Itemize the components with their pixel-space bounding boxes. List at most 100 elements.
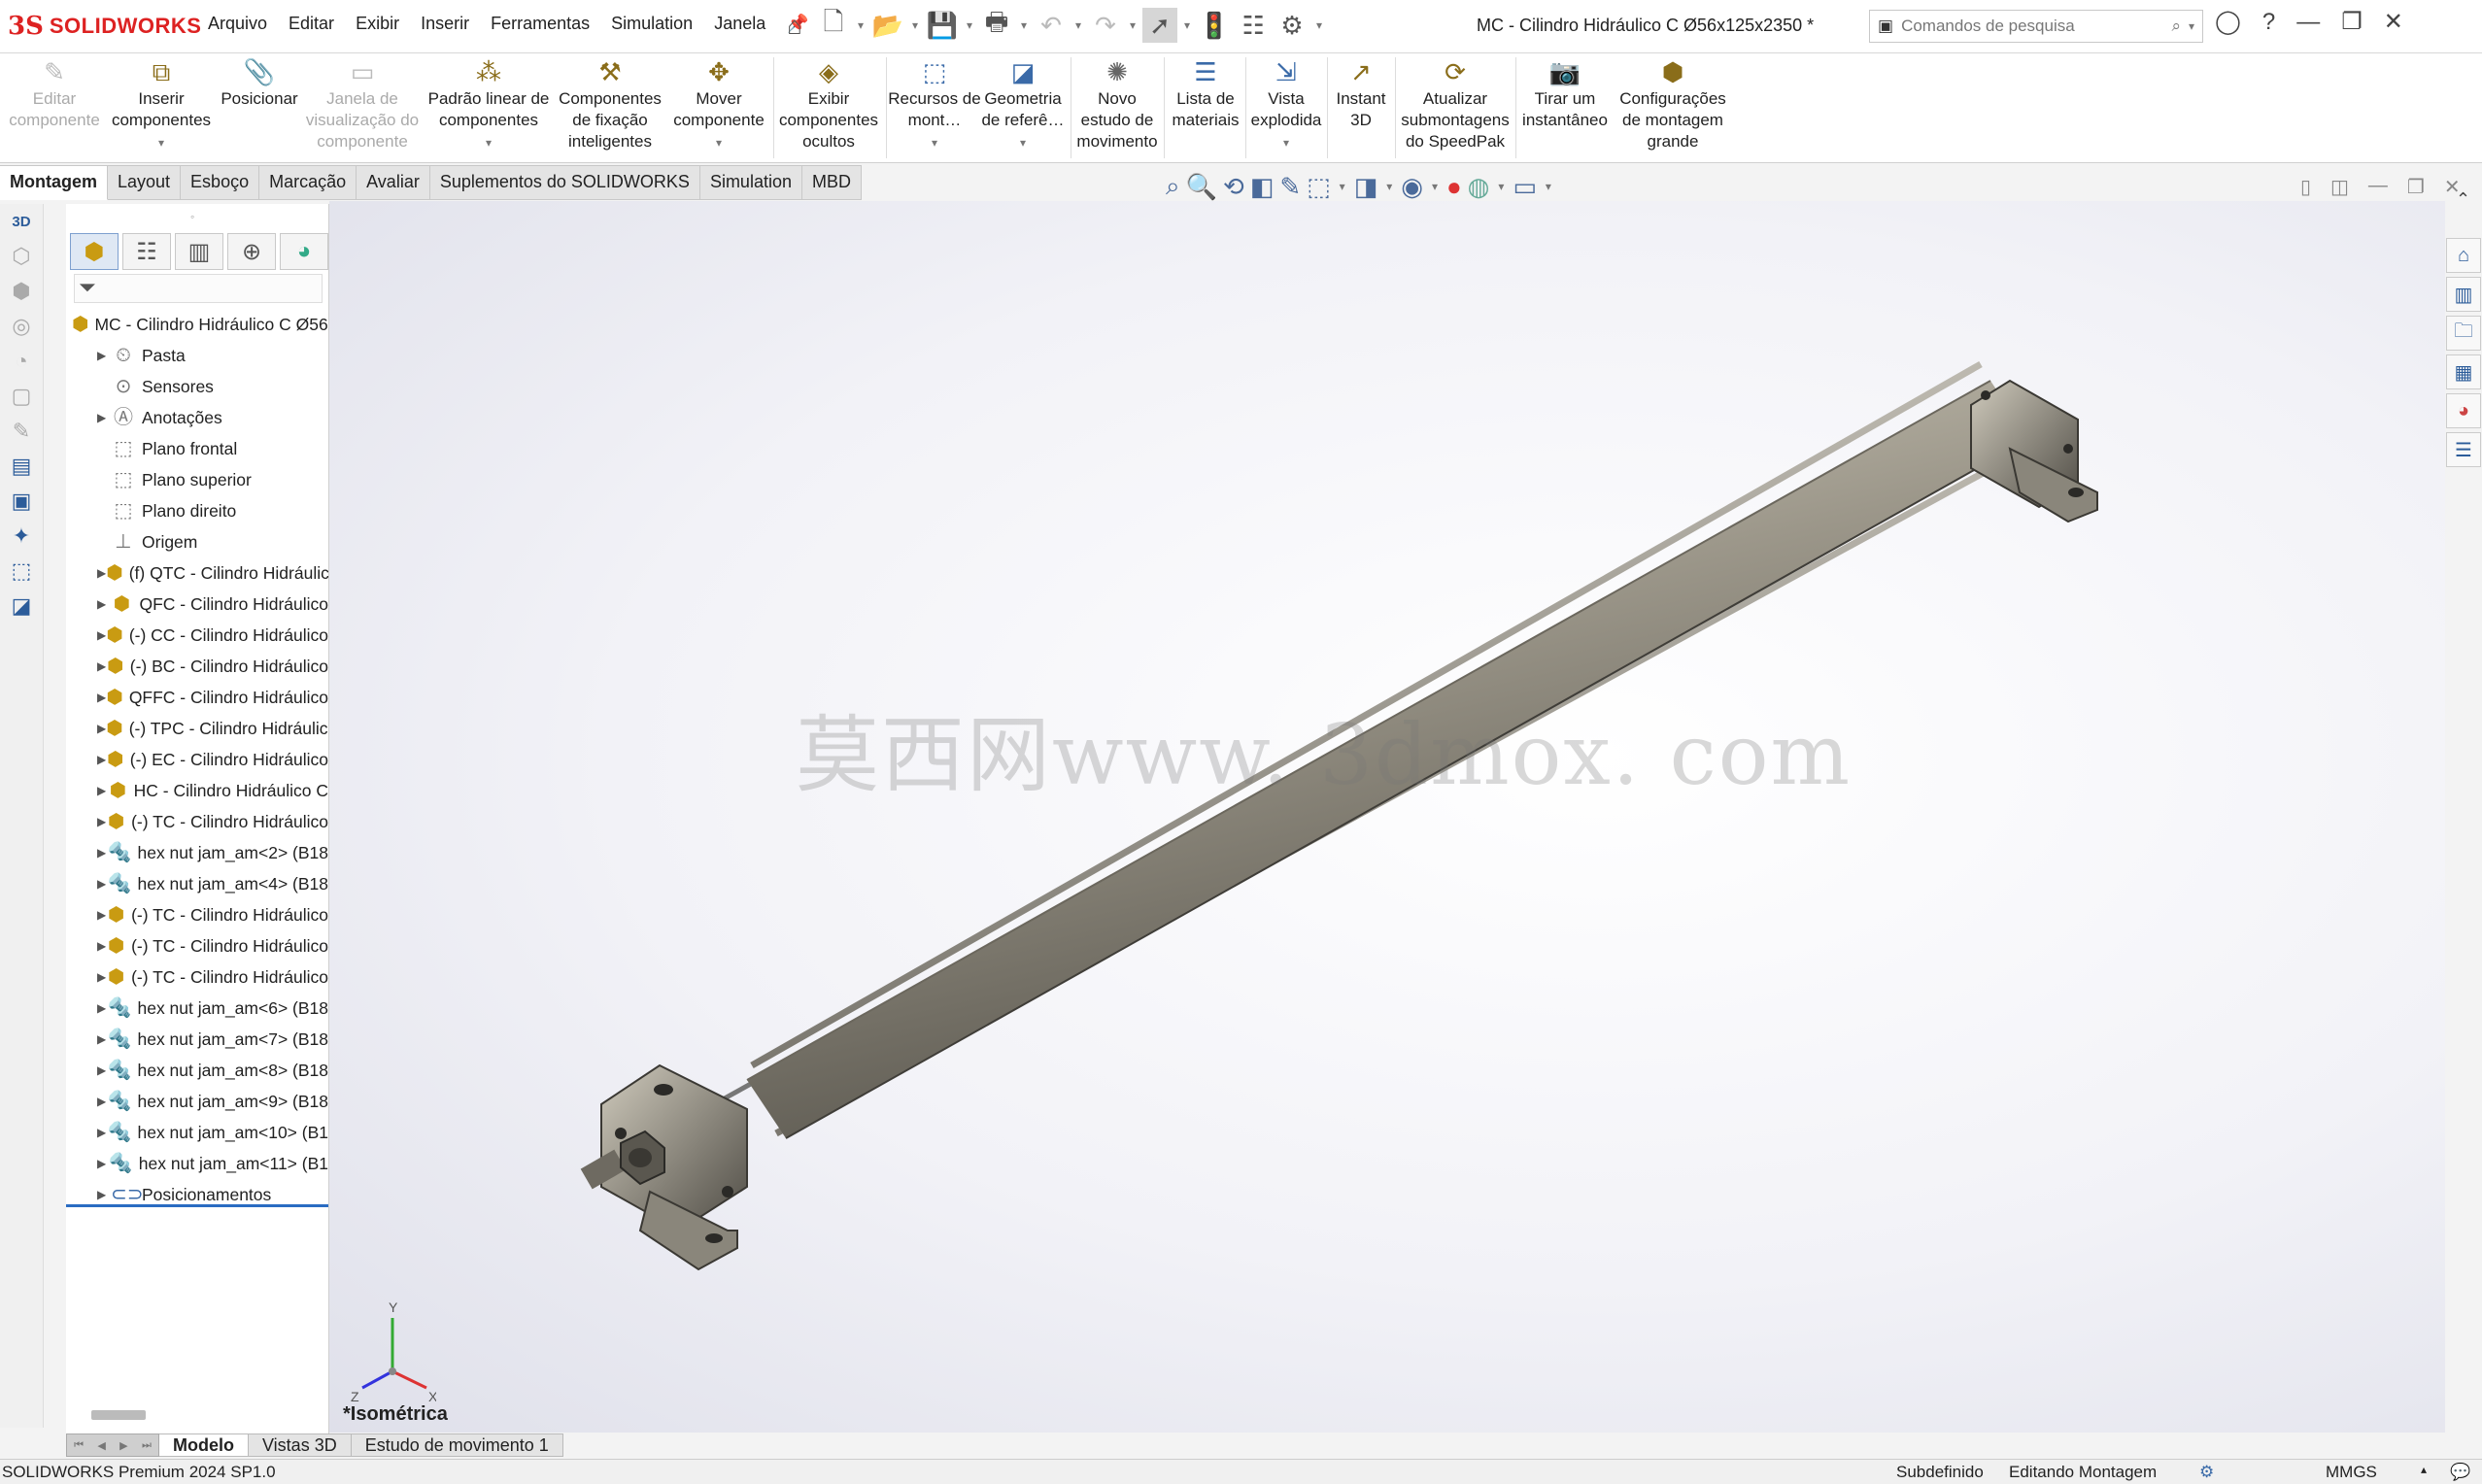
units-dropdown-icon[interactable]: ▴ bbox=[2421, 1463, 2427, 1476]
tree-item-part[interactable]: ▶ 🔩 hex nut jam_am<11> (B1 bbox=[66, 1148, 328, 1179]
propertymanager-icon[interactable]: ☷ bbox=[122, 233, 171, 270]
tree-item-anotacoes[interactable]: ▶ Ⓐ Anotações bbox=[66, 402, 328, 433]
expand-arrow-icon[interactable]: ▶ bbox=[97, 939, 107, 953]
reference-geometry-dropdown-icon[interactable]: ▾ bbox=[1020, 136, 1026, 150]
tab-simulation[interactable]: Simulation bbox=[699, 165, 802, 200]
tab-motion-study[interactable]: Estudo de movimento 1 bbox=[351, 1433, 563, 1457]
solidworks-resources-icon[interactable]: ⌂ bbox=[2446, 238, 2481, 273]
displaymanager-icon[interactable]: ◕ bbox=[280, 233, 328, 270]
undo-icon[interactable]: ↶ bbox=[1034, 8, 1069, 43]
insert-components-dropdown-icon[interactable]: ▾ bbox=[158, 136, 164, 150]
hydraulic-cylinder-model[interactable] bbox=[329, 201, 2445, 1433]
extrude-tool-icon[interactable]: ⬢ bbox=[0, 274, 43, 309]
dimxpertmanager-icon[interactable]: ⊕ bbox=[227, 233, 276, 270]
tree-item-component[interactable]: ▶ ⬢ (-) EC - Cilindro Hidráulico bbox=[66, 744, 328, 775]
speedpak-button[interactable]: ⟳ Atualizar submontagens do SpeedPak bbox=[1397, 57, 1513, 152]
featuremanager-tree-icon[interactable]: ⬢ bbox=[70, 233, 119, 270]
tree-item-component[interactable]: ▶ ⬢ HC - Cilindro Hidráulico C bbox=[66, 775, 328, 806]
tab-modelo[interactable]: Modelo bbox=[159, 1433, 249, 1457]
tree-item-part[interactable]: ▶ 🔩 hex nut jam_am<10> (B1 bbox=[66, 1117, 328, 1148]
close-icon[interactable]: ✕ bbox=[2384, 8, 2403, 36]
rollback-bar[interactable] bbox=[66, 1204, 328, 1207]
menu-simulation[interactable]: Simulation bbox=[609, 10, 695, 38]
help-icon[interactable]: ? bbox=[2262, 9, 2275, 36]
file-properties-icon[interactable]: ☷ bbox=[1236, 8, 1271, 43]
viewport-minimize-icon[interactable]: — bbox=[2368, 175, 2388, 199]
instant3d-button[interactable]: ↗ Instant 3D bbox=[1329, 57, 1393, 131]
bom-button[interactable]: ☰ Lista de materiais bbox=[1166, 57, 1245, 131]
tab-layout[interactable]: Layout bbox=[108, 165, 182, 200]
motion-study-button[interactable]: ✺ Novo estudo de movimento bbox=[1072, 57, 1162, 152]
tree-item-component[interactable]: ▶ ⬢ (-) TC - Cilindro Hidráulico bbox=[66, 899, 328, 930]
view-orientation-icon[interactable]: ⬚ bbox=[1307, 172, 1331, 202]
rebuild-status-icon[interactable]: ⚙ bbox=[2199, 1463, 2214, 1482]
tab-suplementos[interactable]: Suplementos do SOLIDWORKS bbox=[429, 165, 700, 200]
expand-arrow-icon[interactable]: ▶ bbox=[97, 908, 107, 922]
display-style-dropdown-icon[interactable]: ▾ bbox=[1383, 180, 1395, 193]
new-dropdown-icon[interactable]: ▾ bbox=[855, 18, 867, 32]
expand-arrow-icon[interactable]: ▶ bbox=[97, 1188, 111, 1201]
tree-item-part[interactable]: ▶ 🔩 hex nut jam_am<6> (B18 bbox=[66, 993, 328, 1024]
expand-arrow-icon[interactable]: ▶ bbox=[97, 970, 107, 984]
insert-components-button[interactable]: ⧉ Inserir componentes ▾ bbox=[107, 57, 216, 153]
expand-arrow-icon[interactable]: ▶ bbox=[97, 1126, 108, 1139]
appearance-tool-icon[interactable]: ✦ bbox=[0, 519, 43, 554]
tree-item-component[interactable]: ▶ ⬢ (-) TC - Cilindro Hidráulico bbox=[66, 806, 328, 837]
reference-tool-icon[interactable]: ◪ bbox=[0, 589, 43, 624]
tree-item-component[interactable]: ▶ ⬢ (-) TC - Cilindro Hidráulico bbox=[66, 930, 328, 961]
viewport-restore-icon[interactable]: ❐ bbox=[2407, 175, 2425, 199]
minimize-icon[interactable]: — bbox=[2296, 9, 2320, 36]
layer-tool-icon[interactable]: ▤ bbox=[0, 449, 43, 484]
menu-inserir[interactable]: Inserir bbox=[419, 10, 471, 38]
prev-tab-icon[interactable]: ◀ bbox=[97, 1439, 105, 1452]
tooltip-help-icon[interactable]: 💬 bbox=[2450, 1463, 2470, 1482]
exploded-view-button[interactable]: ⇲ Vista explodida ▾ bbox=[1247, 57, 1325, 153]
tree-item-component[interactable]: ▶ ⬢ QFFC - Cilindro Hidráulico bbox=[66, 682, 328, 713]
expand-arrow-icon[interactable]: ▶ bbox=[97, 411, 111, 424]
edit-component-button[interactable]: ✎ Editar componente bbox=[4, 57, 105, 131]
component-preview-button[interactable]: ▭ Janela de visualização do componente bbox=[303, 57, 422, 152]
revolve-tool-icon[interactable]: ◎ bbox=[0, 309, 43, 344]
display-style-icon[interactable]: ◨ bbox=[1354, 172, 1378, 202]
dynamic-annotation-icon[interactable]: ✎ bbox=[1279, 172, 1301, 202]
expand-arrow-icon[interactable]: ▶ bbox=[97, 846, 108, 860]
options-gear-icon[interactable]: ⚙ bbox=[1275, 8, 1309, 43]
last-tab-icon[interactable]: ⏭ bbox=[142, 1439, 152, 1452]
viewport-toggle-icon[interactable]: ◫ bbox=[2330, 175, 2349, 199]
viewport-close-icon[interactable]: ✕ bbox=[2444, 175, 2461, 199]
expand-arrow-icon[interactable]: ▶ bbox=[97, 1032, 108, 1046]
pencil-tool-icon[interactable]: ✎ bbox=[0, 414, 43, 449]
tree-item-sensores[interactable]: ⊙ Sensores bbox=[66, 371, 328, 402]
search-dropdown-icon[interactable]: ▾ bbox=[2189, 19, 2194, 33]
redo-dropdown-icon[interactable]: ▾ bbox=[1127, 18, 1139, 32]
tree-item-part[interactable]: ▶ 🔩 hex nut jam_am<9> (B18 bbox=[66, 1086, 328, 1117]
tree-item-component[interactable]: ▶ ⬢ (-) CC - Cilindro Hidráulico bbox=[66, 620, 328, 651]
section-view-icon[interactable]: ◧ bbox=[1250, 172, 1275, 202]
new-document-icon[interactable]: 🗋 bbox=[816, 7, 851, 43]
horizontal-scrollbar[interactable] bbox=[91, 1410, 146, 1420]
tree-item-part[interactable]: ▶ 🔩 hex nut jam_am<7> (B18 bbox=[66, 1024, 328, 1055]
expand-arrow-icon[interactable]: ▶ bbox=[97, 722, 106, 735]
move-component-dropdown-icon[interactable]: ▾ bbox=[716, 136, 722, 150]
rebuild-traffic-light-icon[interactable]: 🚦 bbox=[1197, 8, 1232, 43]
tree-item-part[interactable]: ▶ 🔩 hex nut jam_am<2> (B18 bbox=[66, 837, 328, 868]
custom-properties-icon[interactable]: ☰ bbox=[2446, 432, 2481, 467]
print-dropdown-icon[interactable]: ▾ bbox=[1018, 18, 1030, 32]
select-cursor-icon[interactable]: ➚ bbox=[1142, 8, 1177, 43]
expand-arrow-icon[interactable]: ▶ bbox=[97, 753, 107, 766]
restore-icon[interactable]: ❐ bbox=[2341, 8, 2363, 36]
shell-tool-icon[interactable]: ▢ bbox=[0, 379, 43, 414]
file-explorer-icon[interactable]: 🗀 bbox=[2446, 316, 2481, 351]
options-dropdown-icon[interactable]: ▾ bbox=[1313, 18, 1325, 32]
assembly-features-dropdown-icon[interactable]: ▾ bbox=[932, 136, 937, 150]
large-assembly-button[interactable]: ⬢ Configurações de montagem grande bbox=[1613, 57, 1733, 152]
redo-icon[interactable]: ↷ bbox=[1088, 8, 1123, 43]
previous-view-icon[interactable]: ⟲ bbox=[1223, 172, 1244, 202]
tab-marcacao[interactable]: Marcação bbox=[259, 165, 357, 200]
component-tool-icon[interactable]: ▣ bbox=[0, 484, 43, 519]
assembly-features-button[interactable]: ⬚ Recursos de mont… ▾ bbox=[888, 57, 981, 153]
apply-scene-icon[interactable]: ◍ bbox=[1468, 172, 1490, 202]
linear-pattern-button[interactable]: ⁂ Padrão linear de componentes ▾ bbox=[424, 57, 554, 153]
zoom-to-area-icon[interactable]: 🔍 bbox=[1186, 172, 1217, 202]
menu-ferramentas[interactable]: Ferramentas bbox=[489, 10, 592, 38]
